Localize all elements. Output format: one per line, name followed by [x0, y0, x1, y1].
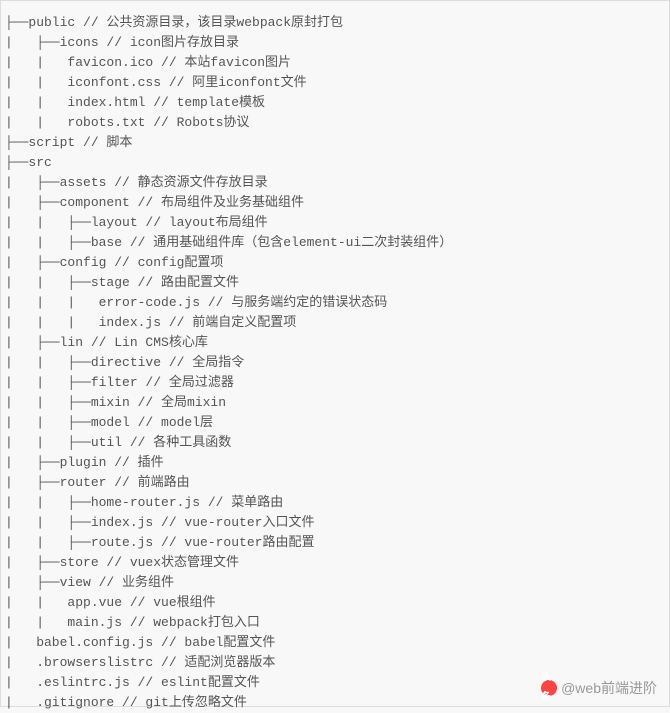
tree-line: | | ├──layout // layout布局组件: [5, 213, 665, 233]
watermark-text: @web前端进阶: [561, 678, 657, 698]
watermark: 头条 @web前端进阶: [541, 678, 657, 698]
tree-line: | | | error-code.js // 与服务端约定的错误状态码: [5, 293, 665, 313]
tree-line: | | ├──stage // 路由配置文件: [5, 273, 665, 293]
watermark-icon: 头条: [541, 680, 557, 696]
tree-line: | | | index.js // 前端自定义配置项: [5, 313, 665, 333]
tree-line: | | ├──index.js // vue-router入口文件: [5, 513, 665, 533]
tree-line: | ├──assets // 静态资源文件存放目录: [5, 173, 665, 193]
tree-line: | ├──config // config配置项: [5, 253, 665, 273]
tree-line: | | ├──util // 各种工具函数: [5, 433, 665, 453]
tree-line: | | ├──filter // 全局过滤器: [5, 373, 665, 393]
tree-line: | | ├──base // 通用基础组件库（包含element-ui二次封装组…: [5, 233, 665, 253]
tree-line: | | ├──route.js // vue-router路由配置: [5, 533, 665, 553]
tree-line: | ├──component // 布局组件及业务基础组件: [5, 193, 665, 213]
tree-line: | | main.js // webpack打包入口: [5, 613, 665, 633]
directory-tree: ├──public // 公共资源目录，该目录webpack原封打包| ├──i…: [5, 13, 665, 713]
tree-line: | | favicon.ico // 本站favicon图片: [5, 53, 665, 73]
tree-line: | babel.config.js // babel配置文件: [5, 633, 665, 653]
tree-line: | | ├──directive // 全局指令: [5, 353, 665, 373]
tree-line: ├──script // 脚本: [5, 133, 665, 153]
tree-line: | | app.vue // vue根组件: [5, 593, 665, 613]
tree-line: | | robots.txt // Robots协议: [5, 113, 665, 133]
tree-line: | ├──icons // icon图片存放目录: [5, 33, 665, 53]
tree-line: ├──src: [5, 153, 665, 173]
tree-line: | | ├──home-router.js // 菜单路由: [5, 493, 665, 513]
tree-line: | ├──view // 业务组件: [5, 573, 665, 593]
tree-line: | | iconfont.css // 阿里iconfont文件: [5, 73, 665, 93]
tree-line: | ├──router // 前端路由: [5, 473, 665, 493]
tree-line: | | ├──mixin // 全局mixin: [5, 393, 665, 413]
tree-line: | ├──store // vuex状态管理文件: [5, 553, 665, 573]
tree-line: | | index.html // template模板: [5, 93, 665, 113]
tree-line: | .browserslistrc // 适配浏览器版本: [5, 653, 665, 673]
tree-line: | ├──plugin // 插件: [5, 453, 665, 473]
tree-line: | ├──lin // Lin CMS核心库: [5, 333, 665, 353]
tree-line: ├──public // 公共资源目录，该目录webpack原封打包: [5, 13, 665, 33]
tree-line: | | ├──model // model层: [5, 413, 665, 433]
